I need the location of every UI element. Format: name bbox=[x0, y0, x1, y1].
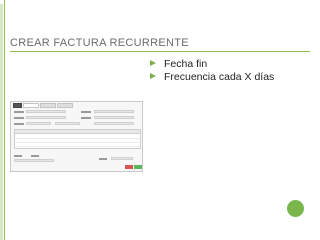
screenshot-field bbox=[26, 116, 66, 119]
screenshot-field bbox=[94, 110, 134, 113]
arrow-bullet-icon bbox=[150, 73, 156, 79]
screenshot-grid-line bbox=[15, 142, 140, 143]
bullet-list: Fecha fin Frecuencia cada X días bbox=[150, 58, 310, 84]
side-rule bbox=[4, 0, 5, 240]
slide: Crear factura recurrente Fecha fin Frecu… bbox=[0, 0, 320, 240]
screenshot-field bbox=[14, 159, 54, 162]
screenshot-field bbox=[26, 122, 51, 125]
bullet-text: Frecuencia cada X días bbox=[164, 71, 275, 83]
screenshot-label bbox=[81, 111, 91, 113]
screenshot-field bbox=[26, 110, 66, 113]
screenshot-tabs bbox=[13, 103, 73, 108]
screenshot-field bbox=[111, 157, 133, 160]
screenshot-tab bbox=[13, 103, 22, 108]
screenshot-label bbox=[14, 123, 24, 125]
screenshot-label bbox=[81, 117, 91, 119]
embedded-screenshot bbox=[10, 101, 143, 172]
screenshot-label bbox=[31, 155, 39, 157]
screenshot-field bbox=[55, 122, 80, 125]
side-decoration bbox=[0, 4, 3, 240]
screenshot-grid-header bbox=[15, 130, 140, 134]
screenshot-field bbox=[94, 122, 134, 125]
screenshot-grid-line bbox=[15, 146, 140, 147]
screenshot-label bbox=[14, 117, 24, 119]
screenshot-field bbox=[94, 116, 134, 119]
screenshot-label bbox=[14, 155, 22, 157]
bullet-item: Fecha fin bbox=[150, 58, 310, 70]
screenshot-grid bbox=[14, 129, 141, 149]
bullet-text: Fecha fin bbox=[164, 58, 208, 70]
screenshot-label bbox=[14, 111, 24, 113]
screenshot-cancel-button bbox=[125, 165, 133, 169]
screenshot-grid-line bbox=[15, 138, 140, 139]
screenshot-label bbox=[99, 158, 107, 160]
title-underline bbox=[10, 51, 310, 52]
screenshot-tab bbox=[23, 103, 39, 108]
decorative-circle bbox=[287, 200, 304, 217]
slide-title: Crear factura recurrente bbox=[10, 37, 189, 49]
screenshot-save-button bbox=[134, 165, 142, 169]
screenshot-tab bbox=[57, 103, 73, 108]
bullet-item: Frecuencia cada X días bbox=[150, 71, 310, 83]
arrow-bullet-icon bbox=[150, 60, 156, 66]
screenshot-tab bbox=[40, 103, 56, 108]
